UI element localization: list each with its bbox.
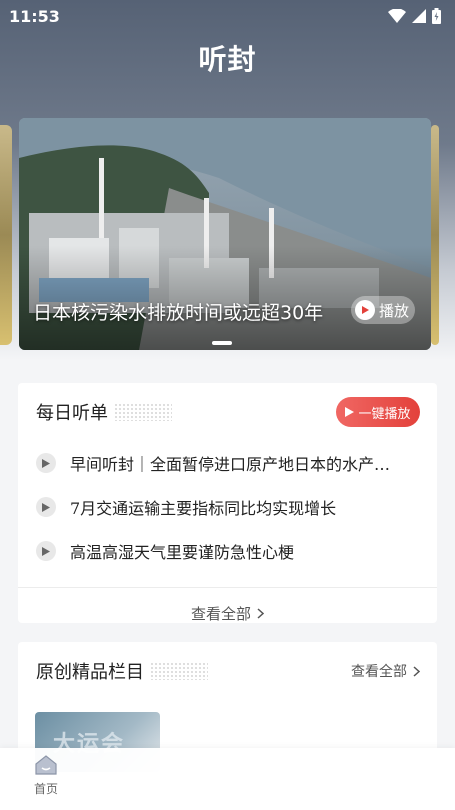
- bottom-tabbar: 首页: [0, 748, 455, 810]
- play-icon: [345, 407, 355, 417]
- play-icon[interactable]: [36, 497, 56, 517]
- status-bar: 11:53: [0, 0, 455, 32]
- decor-dots: [150, 662, 208, 680]
- view-all-label: 查看全部: [190, 604, 251, 623]
- home-icon: [35, 755, 57, 775]
- columns-title: 原创精品栏目: [36, 662, 144, 683]
- play-icon[interactable]: [36, 453, 56, 473]
- columns-title-wrap: 原创精品栏目: [36, 658, 208, 684]
- tab-home-label: 首页: [33, 782, 58, 796]
- carousel-indicator: [212, 341, 232, 345]
- banner-play-label: 播放: [379, 301, 410, 320]
- daily-title-wrap: 每日听单: [36, 399, 172, 425]
- list-item-title: 高温高湿天气里要谨防急性心梗: [70, 543, 295, 562]
- status-icons: [388, 8, 441, 24]
- chevron-right-icon: [257, 607, 264, 619]
- chevron-right-icon: [413, 665, 420, 677]
- daily-list-card: 每日听单 一键播放 早间听封｜全面暂停进口原产地日本的水产… 7月交通运输主要指…: [18, 383, 437, 623]
- list-item-title: 7月交通运输主要指标同比均实现增长: [70, 499, 337, 518]
- banner-play-button[interactable]: 播放: [351, 296, 415, 324]
- daily-list-header: 每日听单 一键播放: [18, 383, 437, 441]
- news-banner[interactable]: 日本核污染水排放时间或远超30年 播放: [19, 118, 431, 350]
- daily-list-title: 每日听单: [36, 403, 108, 424]
- columns-view-all-button[interactable]: 查看全部: [351, 661, 420, 681]
- wifi-icon: [388, 9, 406, 23]
- columns-header: 原创精品栏目 查看全部: [18, 642, 437, 700]
- battery-icon: [432, 8, 441, 24]
- play-all-label: 一键播放: [358, 406, 411, 422]
- next-banner-peek[interactable]: [431, 125, 439, 345]
- app-title: 听封: [198, 43, 257, 76]
- daily-view-all-button[interactable]: 查看全部: [18, 588, 437, 638]
- list-item-title: 早间听封｜全面暂停进口原产地日本的水产…: [70, 455, 391, 474]
- decor-dots: [114, 403, 172, 421]
- prev-banner-peek[interactable]: [0, 125, 12, 345]
- list-item[interactable]: 7月交通运输主要指标同比均实现增长: [36, 485, 419, 529]
- list-item[interactable]: 高温高湿天气里要谨防急性心梗: [36, 529, 419, 573]
- daily-list: 早间听封｜全面暂停进口原产地日本的水产… 7月交通运输主要指标同比均实现增长 高…: [18, 441, 437, 573]
- status-time: 11:53: [9, 6, 60, 26]
- play-all-button[interactable]: 一键播放: [336, 397, 420, 427]
- list-item[interactable]: 早间听封｜全面暂停进口原产地日本的水产…: [36, 441, 419, 485]
- signal-icon: [412, 9, 426, 23]
- play-icon[interactable]: [36, 541, 56, 561]
- play-icon: [355, 300, 375, 320]
- view-all-label: 查看全部: [351, 664, 407, 680]
- tab-home[interactable]: 首页: [22, 754, 70, 804]
- banner-caption: 日本核污染水排放时间或远超30年: [33, 302, 324, 324]
